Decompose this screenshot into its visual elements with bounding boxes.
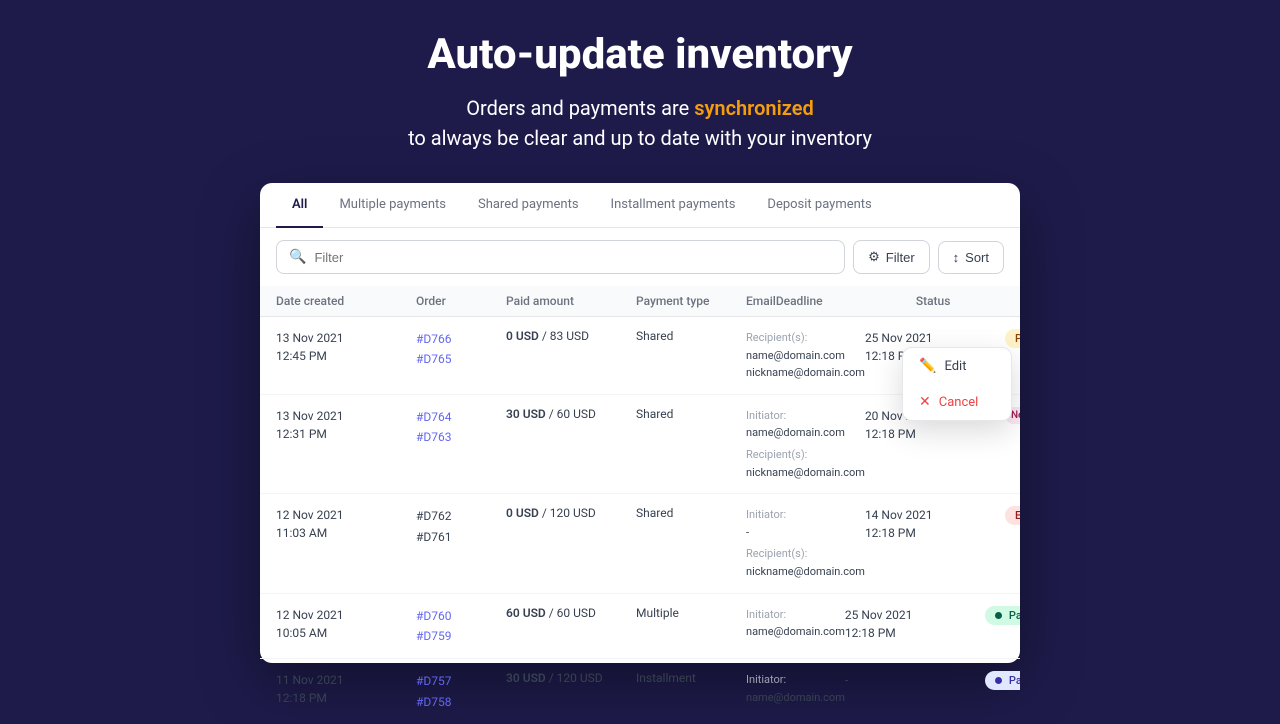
- search-bar[interactable]: 🔍: [276, 240, 845, 274]
- header-status: Status: [916, 294, 1026, 308]
- main-panel: All Multiple payments Shared payments In…: [260, 183, 1020, 663]
- tab-deposit-payments[interactable]: Deposit payments: [751, 183, 887, 228]
- status-badge: Expired: [1005, 506, 1020, 525]
- cancel-label: Cancel: [939, 395, 979, 410]
- header-date: Date created: [276, 294, 416, 308]
- paid-cell: 30 USD / 120 USD: [506, 671, 636, 685]
- filter-icon: ⚙: [868, 249, 880, 265]
- context-menu-cancel[interactable]: ✕ Cancel: [903, 384, 1011, 420]
- tab-bar: All Multiple payments Shared payments In…: [260, 183, 1020, 228]
- paid-cell: 60 USD / 60 USD: [506, 606, 636, 620]
- order-cell: #D762 #D761: [416, 506, 506, 547]
- date-cell: 12 Nov 202110:05 AM: [276, 606, 416, 642]
- tab-multiple-payments[interactable]: Multiple payments: [323, 183, 462, 228]
- table-row: 13 Nov 202112:45 PM #D766 #D765 0 USD / …: [260, 317, 1020, 395]
- status-badge: Partially paid: [985, 671, 1020, 690]
- status-cell: Expired: [1005, 506, 1020, 525]
- filter-button[interactable]: ⚙ Filter: [853, 240, 930, 274]
- status-badge: Paid: [985, 606, 1020, 625]
- tab-shared-payments[interactable]: Shared payments: [462, 183, 595, 228]
- type-cell: Shared: [636, 407, 746, 421]
- tab-all[interactable]: All: [276, 183, 323, 228]
- order-link[interactable]: #D763: [416, 427, 506, 447]
- table-body: 13 Nov 202112:45 PM #D766 #D765 0 USD / …: [260, 317, 1020, 724]
- order-link[interactable]: #D757: [416, 671, 506, 691]
- subtitle-end: to always be clear and up to date with y…: [408, 126, 872, 150]
- search-input[interactable]: [314, 250, 832, 265]
- table-row: 12 Nov 202111:03 AM #D762 #D761 0 USD / …: [260, 494, 1020, 593]
- tab-installment-payments[interactable]: Installment payments: [595, 183, 752, 228]
- type-cell: Shared: [636, 506, 746, 520]
- hero-subtitle: Orders and payments are synchronized to …: [408, 93, 872, 153]
- order-link[interactable]: #D759: [416, 626, 506, 646]
- header-type: Payment type: [636, 294, 746, 308]
- order-link[interactable]: #D758: [416, 692, 506, 712]
- deadline-cell: 14 Nov 202112:18 PM: [865, 506, 1005, 542]
- edit-icon: ✏️: [919, 358, 936, 374]
- order-link[interactable]: #D760: [416, 606, 506, 626]
- email-cell: Recipient(s): name@domain.com nickname@d…: [746, 329, 865, 382]
- order-cell: #D757 #D758: [416, 671, 506, 712]
- paid-cell: 0 USD / 120 USD: [506, 506, 636, 520]
- context-menu-edit[interactable]: ✏️ Edit: [903, 348, 1011, 384]
- type-cell: Installment: [636, 671, 746, 685]
- deadline-cell: -: [845, 671, 985, 689]
- header-deadline: Deadline: [776, 294, 916, 308]
- table-row: 12 Nov 202110:05 AM #D760 #D759 60 USD /…: [260, 594, 1020, 660]
- subtitle-highlight: synchronized: [694, 96, 814, 120]
- subtitle-plain: Orders and payments are: [466, 96, 694, 120]
- email-cell: Initiator: name@domain.com Recipient(s):…: [746, 407, 865, 481]
- page-title: Auto-update inventory: [427, 30, 852, 79]
- date-cell: 11 Nov 202112:18 PM: [276, 671, 416, 707]
- header-paid: Paid amount: [506, 294, 636, 308]
- toolbar: 🔍 ⚙ Filter ↕ Sort: [260, 228, 1020, 286]
- status-cell: Paid: [985, 606, 1020, 625]
- edit-label: Edit: [944, 359, 966, 374]
- status-cell: Pending: [1005, 329, 1020, 348]
- context-menu: ✏️ Edit ✕ Cancel: [902, 347, 1012, 421]
- paid-cell: 0 USD / 83 USD: [506, 329, 636, 343]
- deadline-cell: 25 Nov 202112:18 PM: [845, 606, 985, 642]
- type-cell: Shared: [636, 329, 746, 343]
- order-link[interactable]: #D765: [416, 349, 506, 369]
- filter-label: Filter: [886, 250, 915, 265]
- date-cell: 13 Nov 202112:45 PM: [276, 329, 416, 365]
- order-link[interactable]: #D766: [416, 329, 506, 349]
- email-cell: Initiator: name@domain.com: [746, 671, 845, 706]
- sort-label: Sort: [965, 250, 989, 265]
- table-row: 11 Nov 202112:18 PM #D757 #D758 30 USD /…: [260, 659, 1020, 724]
- date-cell: 12 Nov 202111:03 AM: [276, 506, 416, 542]
- order-link[interactable]: #D764: [416, 407, 506, 427]
- status-badge: Pending: [1005, 329, 1020, 348]
- status-cell: Partially paid: [985, 671, 1020, 690]
- order-cell: #D760 #D759: [416, 606, 506, 647]
- paid-cell: 30 USD / 60 USD: [506, 407, 636, 421]
- order-cell: #D764 #D763: [416, 407, 506, 448]
- cancel-icon: ✕: [919, 394, 931, 410]
- order-cell: #D766 #D765: [416, 329, 506, 370]
- type-cell: Multiple: [636, 606, 746, 620]
- sort-icon: ↕: [953, 250, 960, 265]
- email-cell: Initiator: name@domain.com: [746, 606, 845, 641]
- table-header: Date created Order Paid amount Payment t…: [260, 286, 1020, 317]
- header-actions: [1026, 294, 1066, 308]
- header-order: Order: [416, 294, 506, 308]
- search-icon: 🔍: [289, 249, 306, 265]
- email-cell: Initiator: - Recipient(s): nickname@doma…: [746, 506, 865, 580]
- header-email: Email: [746, 294, 776, 308]
- sort-button[interactable]: ↕ Sort: [938, 241, 1004, 274]
- date-cell: 13 Nov 202112:31 PM: [276, 407, 416, 443]
